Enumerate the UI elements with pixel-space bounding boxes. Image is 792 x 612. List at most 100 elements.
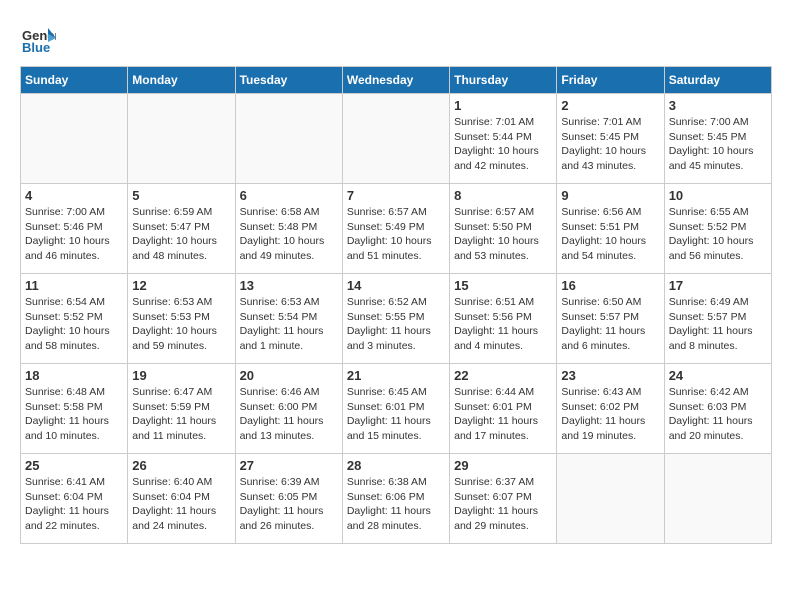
day-info: Sunrise: 6:53 AMSunset: 5:53 PMDaylight:… <box>132 295 230 354</box>
calendar-day: 16 Sunrise: 6:50 AMSunset: 5:57 PMDayligh… <box>557 274 664 364</box>
calendar-day: 24Sunrise: 6:42 AMSunset: 6:03 PMDayligh… <box>664 364 771 454</box>
day-info: Sunrise: 6:39 AMSunset: 6:05 PMDaylight:… <box>240 475 338 534</box>
day-info: Sunrise: 6:41 AMSunset: 6:04 PMDaylight:… <box>25 475 123 534</box>
day-number: 15 <box>454 278 552 293</box>
day-number: 25 <box>25 458 123 473</box>
day-info: Sunrise: 6:38 AMSunset: 6:06 PMDaylight:… <box>347 475 445 534</box>
day-info: Sunrise: 6:53 AMSunset: 5:54 PMDaylight:… <box>240 295 338 354</box>
day-number: 4 <box>25 188 123 203</box>
day-number: 14 <box>347 278 445 293</box>
day-info: Sunrise: 7:00 AMSunset: 5:45 PMDaylight:… <box>669 115 767 174</box>
day-number: 13 <box>240 278 338 293</box>
calendar-day <box>235 94 342 184</box>
day-info: Sunrise: 6:51 AMSunset: 5:56 PMDaylight:… <box>454 295 552 354</box>
column-header-tuesday: Tuesday <box>235 67 342 94</box>
day-info: Sunrise: 6:56 AMSunset: 5:51 PMDaylight:… <box>561 205 659 264</box>
calendar-day: 15 Sunrise: 6:51 AMSunset: 5:56 PMDayligh… <box>450 274 557 364</box>
calendar-day: 3 Sunrise: 7:00 AMSunset: 5:45 PMDaylight… <box>664 94 771 184</box>
day-info: Sunrise: 6:46 AMSunset: 6:00 PMDaylight:… <box>240 385 338 444</box>
column-header-wednesday: Wednesday <box>342 67 449 94</box>
svg-text:Blue: Blue <box>22 40 50 55</box>
day-number: 12 <box>132 278 230 293</box>
day-info: Sunrise: 7:01 AMSunset: 5:44 PMDaylight:… <box>454 115 552 174</box>
day-number: 22 <box>454 368 552 383</box>
calendar-day: 12 Sunrise: 6:53 AMSunset: 5:53 PMDayligh… <box>128 274 235 364</box>
day-info: Sunrise: 6:57 AMSunset: 5:50 PMDaylight:… <box>454 205 552 264</box>
calendar-day: 5 Sunrise: 6:59 AMSunset: 5:47 PMDaylight… <box>128 184 235 274</box>
logo: General Blue <box>20 20 60 56</box>
calendar-day: 6 Sunrise: 6:58 AMSunset: 5:48 PMDaylight… <box>235 184 342 274</box>
day-number: 6 <box>240 188 338 203</box>
page-header: General Blue <box>20 20 772 56</box>
day-number: 7 <box>347 188 445 203</box>
calendar-day: 26 Sunrise: 6:40 AMSunset: 6:04 PMDayligh… <box>128 454 235 544</box>
day-number: 11 <box>25 278 123 293</box>
calendar-header-row: SundayMondayTuesdayWednesdayThursdayFrid… <box>21 67 772 94</box>
day-info: Sunrise: 6:59 AMSunset: 5:47 PMDaylight:… <box>132 205 230 264</box>
calendar-day: 20 Sunrise: 6:46 AMSunset: 6:00 PMDayligh… <box>235 364 342 454</box>
calendar-day: 28 Sunrise: 6:38 AMSunset: 6:06 PMDayligh… <box>342 454 449 544</box>
calendar-day: 19 Sunrise: 6:47 AMSunset: 5:59 PMDayligh… <box>128 364 235 454</box>
day-number: 1 <box>454 98 552 113</box>
calendar-day: 22 Sunrise: 6:44 AMSunset: 6:01 PMDayligh… <box>450 364 557 454</box>
day-info: Sunrise: 6:47 AMSunset: 5:59 PMDaylight:… <box>132 385 230 444</box>
calendar-day: 17Sunrise: 6:49 AMSunset: 5:57 PMDayligh… <box>664 274 771 364</box>
calendar-day: 27 Sunrise: 6:39 AMSunset: 6:05 PMDayligh… <box>235 454 342 544</box>
calendar-day: 13 Sunrise: 6:53 AMSunset: 5:54 PMDayligh… <box>235 274 342 364</box>
calendar-day: 10 Sunrise: 6:55 AMSunset: 5:52 PMDayligh… <box>664 184 771 274</box>
day-number: 5 <box>132 188 230 203</box>
calendar-week-4: 18 Sunrise: 6:48 AMSunset: 5:58 PMDayligh… <box>21 364 772 454</box>
calendar-day: 9 Sunrise: 6:56 AMSunset: 5:51 PMDaylight… <box>557 184 664 274</box>
day-info: Sunrise: 6:45 AMSunset: 6:01 PMDaylight:… <box>347 385 445 444</box>
day-info: Sunrise: 6:44 AMSunset: 6:01 PMDaylight:… <box>454 385 552 444</box>
day-info: Sunrise: 6:55 AMSunset: 5:52 PMDaylight:… <box>669 205 767 264</box>
day-info: Sunrise: 7:01 AMSunset: 5:45 PMDaylight:… <box>561 115 659 174</box>
day-number: 9 <box>561 188 659 203</box>
day-number: 21 <box>347 368 445 383</box>
day-info: Sunrise: 6:52 AMSunset: 5:55 PMDaylight:… <box>347 295 445 354</box>
day-number: 29 <box>454 458 552 473</box>
day-info: Sunrise: 6:50 AMSunset: 5:57 PMDaylight:… <box>561 295 659 354</box>
calendar-day: 8 Sunrise: 6:57 AMSunset: 5:50 PMDaylight… <box>450 184 557 274</box>
calendar-day <box>664 454 771 544</box>
calendar-week-3: 11 Sunrise: 6:54 AMSunset: 5:52 PMDayligh… <box>21 274 772 364</box>
calendar-table: SundayMondayTuesdayWednesdayThursdayFrid… <box>20 66 772 544</box>
calendar-week-1: 1 Sunrise: 7:01 AMSunset: 5:44 PMDaylight… <box>21 94 772 184</box>
day-number: 16 <box>561 278 659 293</box>
day-info: Sunrise: 6:37 AMSunset: 6:07 PMDaylight:… <box>454 475 552 534</box>
day-info: Sunrise: 6:48 AMSunset: 5:58 PMDaylight:… <box>25 385 123 444</box>
day-number: 24 <box>669 368 767 383</box>
calendar-day: 2 Sunrise: 7:01 AMSunset: 5:45 PMDaylight… <box>557 94 664 184</box>
calendar-day: 21 Sunrise: 6:45 AMSunset: 6:01 PMDayligh… <box>342 364 449 454</box>
calendar-week-2: 4 Sunrise: 7:00 AMSunset: 5:46 PMDaylight… <box>21 184 772 274</box>
day-info: Sunrise: 6:43 AMSunset: 6:02 PMDaylight:… <box>561 385 659 444</box>
day-info: Sunrise: 7:00 AMSunset: 5:46 PMDaylight:… <box>25 205 123 264</box>
day-number: 18 <box>25 368 123 383</box>
day-number: 3 <box>669 98 767 113</box>
column-header-sunday: Sunday <box>21 67 128 94</box>
calendar-day: 11 Sunrise: 6:54 AMSunset: 5:52 PMDayligh… <box>21 274 128 364</box>
day-number: 10 <box>669 188 767 203</box>
calendar-day <box>128 94 235 184</box>
calendar-day: 7 Sunrise: 6:57 AMSunset: 5:49 PMDaylight… <box>342 184 449 274</box>
day-number: 26 <box>132 458 230 473</box>
day-number: 2 <box>561 98 659 113</box>
calendar-day <box>21 94 128 184</box>
calendar-day: 4 Sunrise: 7:00 AMSunset: 5:46 PMDaylight… <box>21 184 128 274</box>
day-info: Sunrise: 6:58 AMSunset: 5:48 PMDaylight:… <box>240 205 338 264</box>
column-header-saturday: Saturday <box>664 67 771 94</box>
day-number: 28 <box>347 458 445 473</box>
calendar-day: 14 Sunrise: 6:52 AMSunset: 5:55 PMDayligh… <box>342 274 449 364</box>
day-info: Sunrise: 6:57 AMSunset: 5:49 PMDaylight:… <box>347 205 445 264</box>
column-header-friday: Friday <box>557 67 664 94</box>
calendar-week-5: 25 Sunrise: 6:41 AMSunset: 6:04 PMDayligh… <box>21 454 772 544</box>
day-number: 27 <box>240 458 338 473</box>
logo-icon: General Blue <box>20 20 56 56</box>
day-info: Sunrise: 6:40 AMSunset: 6:04 PMDaylight:… <box>132 475 230 534</box>
day-number: 8 <box>454 188 552 203</box>
calendar-day: 25 Sunrise: 6:41 AMSunset: 6:04 PMDayligh… <box>21 454 128 544</box>
calendar-day <box>342 94 449 184</box>
day-info: Sunrise: 6:54 AMSunset: 5:52 PMDaylight:… <box>25 295 123 354</box>
day-number: 19 <box>132 368 230 383</box>
day-number: 20 <box>240 368 338 383</box>
